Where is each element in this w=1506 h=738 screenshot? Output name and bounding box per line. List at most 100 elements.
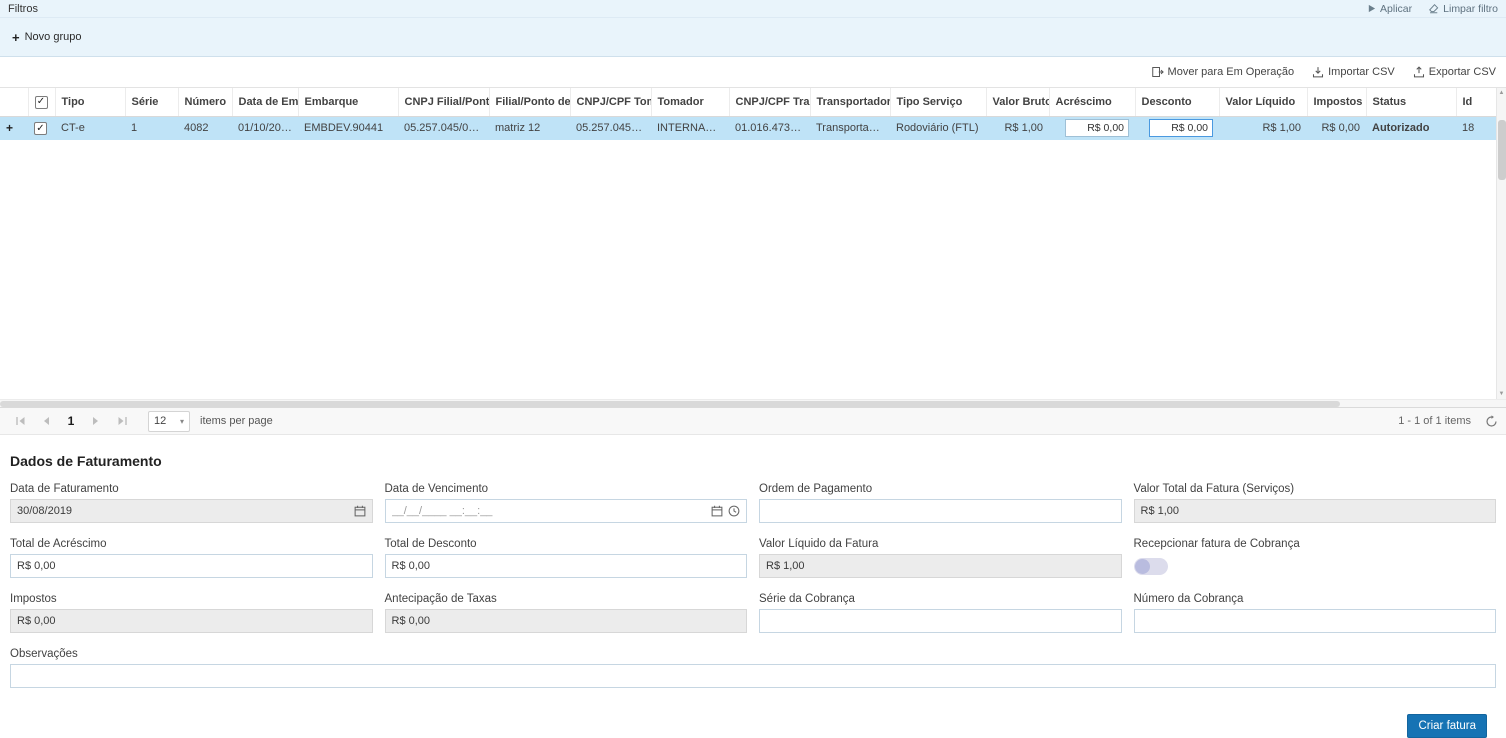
- filter-actions: Aplicar Limpar filtro: [1367, 3, 1498, 15]
- total-desconto-input[interactable]: [392, 560, 741, 572]
- column-header-desconto[interactable]: Desconto: [1135, 88, 1219, 116]
- select-all-checkbox[interactable]: ✓: [35, 96, 48, 109]
- column-header-cnpj-filial[interactable]: CNPJ Filial/Ponto de ...: [398, 88, 489, 116]
- grid-toolbar: Mover para Em Operação Importar CSV Expo…: [0, 57, 1506, 88]
- cell-data-emissao: 01/10/2018 11:07: [232, 116, 298, 140]
- valor-liquido-fatura-input[interactable]: [766, 560, 1115, 572]
- export-icon: [1413, 66, 1425, 78]
- previous-page-button[interactable]: [34, 411, 58, 431]
- column-header-transportador[interactable]: Transportador: [810, 88, 890, 116]
- cell-numero: 4082: [178, 116, 232, 140]
- column-header-tomador[interactable]: Tomador: [651, 88, 729, 116]
- calendar-icon[interactable]: [354, 505, 366, 517]
- column-header-serie[interactable]: Série: [125, 88, 178, 116]
- pager-info: 1 - 1 of 1 items: [1398, 415, 1471, 427]
- valor-total-fatura-input[interactable]: [1141, 505, 1490, 517]
- next-page-button[interactable]: [84, 411, 108, 431]
- page-size-value: 12: [154, 415, 166, 427]
- data-faturamento-label: Data de Faturamento: [10, 483, 373, 495]
- column-header-numero[interactable]: Número: [178, 88, 232, 116]
- field-antecipacao-taxas: Antecipação de Taxas: [385, 593, 748, 633]
- recepcionar-fatura-label: Recepcionar fatura de Cobrança: [1134, 538, 1497, 550]
- numero-cobranca-input[interactable]: [1141, 615, 1490, 627]
- grid-header-checkbox-cell: ✓: [28, 88, 55, 116]
- impostos-input[interactable]: [17, 615, 366, 627]
- acrescimo-input[interactable]: [1065, 119, 1129, 137]
- grid-header-expand: [0, 88, 28, 116]
- field-valor-liquido-fatura: Valor Líquido da Fatura: [759, 538, 1122, 578]
- expand-row-icon[interactable]: +: [6, 121, 13, 135]
- column-header-filial[interactable]: Filial/Ponto de O...: [489, 88, 570, 116]
- column-header-valor-bruto[interactable]: Valor Bruto: [986, 88, 1049, 116]
- scroll-down-icon[interactable]: ▼: [1497, 389, 1506, 399]
- observacoes-input[interactable]: [17, 670, 1489, 682]
- column-header-valor-liquido[interactable]: Valor Líquido: [1219, 88, 1307, 116]
- grid-header-row: ✓ Tipo Série Número Data de Emiss... Emb…: [0, 88, 1496, 116]
- clock-icon[interactable]: [728, 505, 740, 517]
- valor-total-fatura-label: Valor Total da Fatura (Serviços): [1134, 483, 1497, 495]
- horizontal-scrollbar[interactable]: [0, 399, 1506, 407]
- clear-filter-button[interactable]: Limpar filtro: [1428, 3, 1498, 15]
- ordem-pagamento-input[interactable]: [766, 505, 1115, 517]
- page-size-select[interactable]: 12 ▾: [148, 411, 190, 432]
- ordem-pagamento-label: Ordem de Pagamento: [759, 483, 1122, 495]
- cell-filial: matriz 12: [489, 116, 570, 140]
- check-icon: ✓: [36, 124, 44, 134]
- export-csv-label: Exportar CSV: [1429, 66, 1496, 78]
- field-valor-total-fatura: Valor Total da Fatura (Serviços): [1134, 483, 1497, 523]
- serie-cobranca-label: Série da Cobrança: [759, 593, 1122, 605]
- row-checkbox[interactable]: ✓: [34, 122, 47, 135]
- toggle-knob: [1135, 559, 1150, 574]
- current-page[interactable]: 1: [60, 414, 82, 428]
- apply-filter-button[interactable]: Aplicar: [1367, 3, 1412, 15]
- antecipacao-taxas-input[interactable]: [392, 615, 741, 627]
- total-acrescimo-label: Total de Acréscimo: [10, 538, 373, 550]
- cell-desconto: [1135, 116, 1219, 140]
- cell-acrescimo: [1049, 116, 1135, 140]
- scrollbar-thumb[interactable]: [1498, 120, 1506, 180]
- column-header-acrescimo[interactable]: Acréscimo: [1049, 88, 1135, 116]
- total-acrescimo-input[interactable]: [17, 560, 366, 572]
- horizontal-scrollbar-thumb[interactable]: [0, 401, 1340, 407]
- total-desconto-label: Total de Desconto: [385, 538, 748, 550]
- filter-panel: Filtros Aplicar Limpar filtro + Novo gru…: [0, 0, 1506, 57]
- export-csv-button[interactable]: Exportar CSV: [1413, 66, 1496, 78]
- play-icon: [1367, 4, 1376, 13]
- column-header-id[interactable]: Id: [1456, 88, 1496, 116]
- column-header-cnpj-tomador[interactable]: CNPJ/CPF Tomador: [570, 88, 651, 116]
- column-header-impostos[interactable]: Impostos: [1307, 88, 1366, 116]
- column-header-status[interactable]: Status: [1366, 88, 1456, 116]
- cell-status: Autorizado: [1366, 116, 1456, 140]
- table-row[interactable]: + ✓ CT-e 1 4082 01/10/2018 11:07 EMBDEV.…: [0, 116, 1496, 140]
- refresh-icon[interactable]: [1485, 415, 1498, 428]
- column-header-data-emissao[interactable]: Data de Emiss...: [232, 88, 298, 116]
- first-page-button[interactable]: [8, 411, 32, 431]
- field-data-vencimento: Data de Vencimento: [385, 483, 748, 523]
- vertical-scrollbar[interactable]: ▲ ▼: [1496, 88, 1506, 399]
- column-header-tipo-servico[interactable]: Tipo Serviço: [890, 88, 986, 116]
- recepcionar-fatura-toggle[interactable]: [1134, 558, 1168, 575]
- column-header-embarque[interactable]: Embarque: [298, 88, 398, 116]
- calendar-icon[interactable]: [711, 505, 723, 517]
- data-vencimento-input[interactable]: [392, 505, 707, 517]
- pager-info-area: 1 - 1 of 1 items: [1398, 415, 1498, 428]
- new-group-button[interactable]: + Novo grupo: [12, 31, 81, 44]
- new-group-label: Novo grupo: [25, 31, 82, 43]
- create-invoice-button[interactable]: Criar fatura: [1407, 714, 1487, 738]
- desconto-input[interactable]: [1149, 119, 1213, 137]
- column-header-cnpj-transportador[interactable]: CNPJ/CPF Transp...: [729, 88, 810, 116]
- cell-impostos: R$ 0,00: [1307, 116, 1366, 140]
- cell-tipo-servico: Rodoviário (FTL): [890, 116, 986, 140]
- field-total-desconto: Total de Desconto: [385, 538, 748, 578]
- check-icon: ✓: [37, 97, 45, 107]
- column-header-tipo[interactable]: Tipo: [55, 88, 125, 116]
- last-page-button[interactable]: [110, 411, 134, 431]
- import-csv-button[interactable]: Importar CSV: [1312, 66, 1395, 78]
- move-to-operation-button[interactable]: Mover para Em Operação: [1152, 66, 1295, 78]
- data-faturamento-input[interactable]: [17, 505, 349, 517]
- footer-actions: Criar fatura: [10, 688, 1496, 738]
- scroll-up-icon[interactable]: ▲: [1497, 88, 1506, 98]
- field-recepcionar-fatura: Recepcionar fatura de Cobrança: [1134, 538, 1497, 578]
- cell-tipo: CT-e: [55, 116, 125, 140]
- serie-cobranca-input[interactable]: [766, 615, 1115, 627]
